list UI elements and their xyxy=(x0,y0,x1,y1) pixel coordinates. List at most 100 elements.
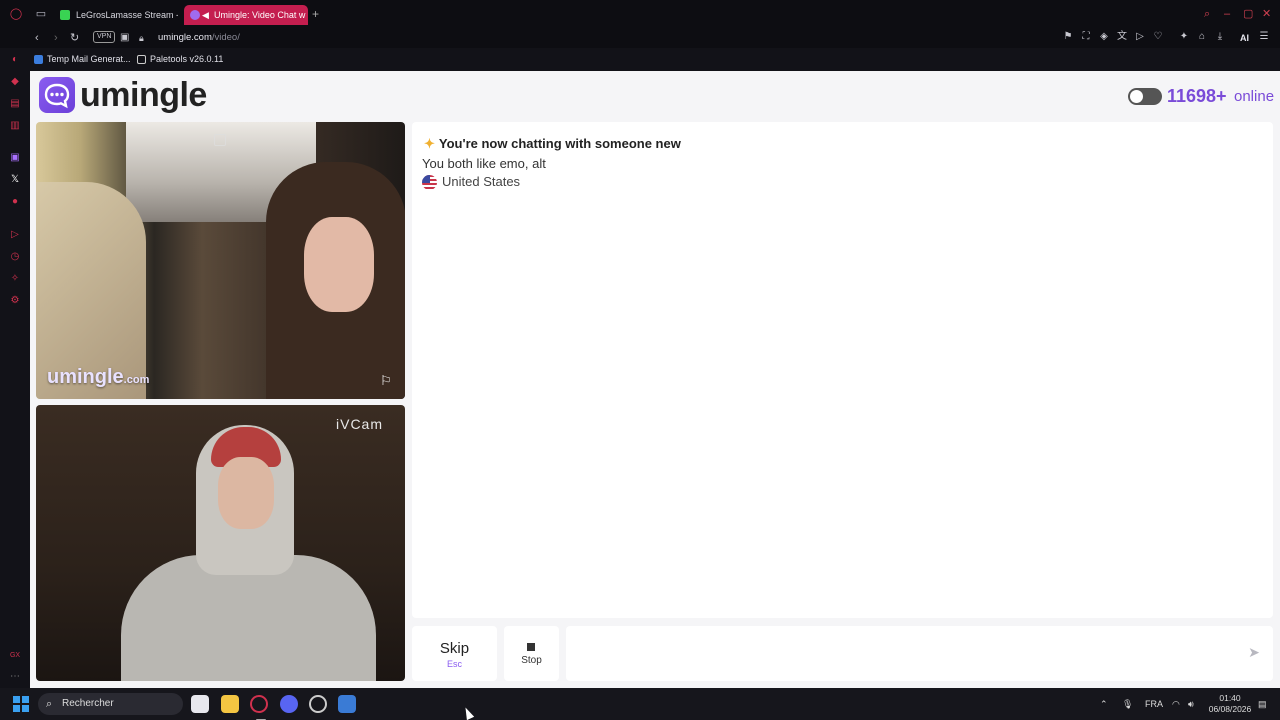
search-placeholder: Rechercher xyxy=(62,698,114,709)
speaker-icon[interactable]: ◀ xyxy=(202,5,209,25)
stranger-country: United States xyxy=(442,174,521,189)
ivcam-watermark: iVCam xyxy=(336,416,384,432)
play-icon[interactable]: ▷ xyxy=(1134,31,1146,43)
clock[interactable]: 01:40 06/08/2026 xyxy=(1205,693,1255,715)
menu-icon[interactable]: ☰ xyxy=(1258,31,1270,43)
windows-taskbar: ⌕ Rechercher ⌃ 🎙︎ FRA ◠ 🔊︎ 01:40 06/08/2… xyxy=(0,688,1280,720)
address-bar-row: ‹ › ↻ VPN ▣ 🔒︎ umingle.com/video/ ⚑ ⛶ ◈ … xyxy=(0,28,1280,48)
settings-icon[interactable]: ⚙ xyxy=(8,294,22,308)
skip-hint: Esc xyxy=(446,659,462,669)
wifi-icon[interactable]: ◠ xyxy=(1172,697,1180,711)
messenger-icon[interactable]: ▤ xyxy=(8,97,22,111)
send-icon[interactable]: ➤ xyxy=(1246,644,1262,660)
more-icon[interactable]: ⋯ xyxy=(8,670,22,684)
windows-start-icon[interactable] xyxy=(13,696,29,712)
language-indicator[interactable]: FRA xyxy=(1145,697,1163,711)
skip-button[interactable]: Skip Esc xyxy=(412,626,497,681)
url-path: /video/ xyxy=(211,32,240,43)
taskbar-search[interactable]: ⌕ Rechercher xyxy=(38,693,183,715)
mic-icon[interactable]: 🎙︎ xyxy=(1122,697,1133,711)
history-icon[interactable]: ◷ xyxy=(8,250,22,264)
wallet-icon[interactable]: ⌂ xyxy=(1196,31,1208,43)
twitch-icon[interactable]: ▣ xyxy=(8,151,22,165)
extensions-sidebar-icon[interactable]: ✧ xyxy=(8,272,22,286)
bookmarks-bar: Temp Mail Generat... Paletools v26.0.11 xyxy=(30,50,1280,68)
toggle-knob xyxy=(1130,90,1143,103)
tab-label: Umingle: Video Chat w xyxy=(214,10,306,20)
date: 06/08/2026 xyxy=(1208,704,1252,714)
chat-bubble-logo-icon[interactable] xyxy=(39,77,75,113)
stranger-video[interactable]: umingle.com ⚐ xyxy=(36,122,405,399)
bookmark-label: Temp Mail Generat... xyxy=(47,54,131,64)
lock-icon[interactable]: 🔒︎ xyxy=(139,30,144,46)
aria-icon[interactable]: ◐ xyxy=(8,53,22,67)
browser-tab-strip: ◯ ▭ LeGrosLamasse Stream - V ◀ Umingle: … xyxy=(0,0,1280,28)
crypto-wallet-icon[interactable]: ◆ xyxy=(8,75,22,89)
opera-sidebar: ◐ ◆ ▤ ▥ ▣ 𝕏 ● ▷ ◷ ✧ ⚙ GX ⋯ xyxy=(0,48,30,688)
picture-in-picture-icon[interactable] xyxy=(214,134,226,146)
heart-icon[interactable]: ♡ xyxy=(1152,31,1164,43)
news-icon[interactable]: ▥ xyxy=(8,119,22,133)
volume-icon[interactable]: 🔊︎ xyxy=(1188,697,1194,711)
dark-mode-toggle[interactable] xyxy=(1128,88,1162,105)
obs-icon[interactable] xyxy=(309,695,327,713)
stop-label: Stop xyxy=(521,655,542,666)
kick-favicon-icon xyxy=(60,10,70,20)
chat-panel: ✦ You're now chatting with someone new Yo… xyxy=(412,122,1273,618)
download-icon[interactable]: ⤓ xyxy=(1214,31,1226,43)
vpn-badge[interactable]: VPN xyxy=(93,31,116,43)
notification-icon[interactable]: ▤ xyxy=(1258,697,1267,711)
watermark-main: umingle xyxy=(47,366,124,388)
tab-stream[interactable]: LeGrosLamasse Stream - V xyxy=(54,5,178,25)
widgets-app-icon[interactable] xyxy=(191,695,209,713)
opera-gx-taskbar-icon[interactable] xyxy=(250,695,268,720)
file-explorer-icon[interactable] xyxy=(221,695,239,713)
url-host: umingle.com xyxy=(158,32,212,43)
online-label: online xyxy=(1234,88,1275,105)
system-message: ✦ You're now chatting with someone new xyxy=(424,135,681,153)
video-person-face xyxy=(304,217,374,312)
sparkle-icon: ✦ xyxy=(424,136,435,151)
x-twitter-icon[interactable]: 𝕏 xyxy=(8,173,22,187)
self-face xyxy=(218,457,274,529)
site-logo-text[interactable]: umingle xyxy=(80,73,207,117)
close-icon[interactable]: ✕ xyxy=(1262,6,1271,22)
bookmark-label: Paletools v26.0.11 xyxy=(150,54,224,64)
discord-icon[interactable] xyxy=(280,695,298,713)
minimize-icon[interactable]: – xyxy=(1224,6,1230,22)
forward-icon[interactable]: › xyxy=(54,30,58,46)
url-field[interactable]: umingle.com/video/ xyxy=(158,30,240,46)
skip-label: Skip xyxy=(439,640,470,657)
new-tab-button[interactable]: + xyxy=(312,7,319,21)
bookmark-icon[interactable]: ⚑ xyxy=(1062,31,1074,43)
page-icon xyxy=(137,55,146,64)
snapshot-icon[interactable]: ⛶ xyxy=(1080,31,1092,43)
tray-chevron-icon[interactable]: ⌃ xyxy=(1100,697,1108,711)
extensions-icon[interactable]: ✦ xyxy=(1178,31,1190,43)
reload-icon[interactable]: ↻ xyxy=(70,30,79,46)
ivcam-app-icon[interactable] xyxy=(338,695,356,713)
system-message-text: You're now chatting with someone new xyxy=(438,136,681,151)
back-icon[interactable]: ‹ xyxy=(35,30,39,46)
shared-interests: You both like emo, alt xyxy=(422,156,546,171)
translate-icon[interactable]: 文 xyxy=(1116,31,1128,43)
search-tabs-icon[interactable]: ⌕ xyxy=(1204,6,1210,22)
maximize-icon[interactable]: ▢ xyxy=(1243,6,1253,22)
report-flag-icon[interactable]: ⚐ xyxy=(380,374,394,388)
umingle-watermark: umingle.com xyxy=(47,364,149,393)
vk-icon[interactable]: ● xyxy=(8,195,22,209)
stop-button[interactable]: Stop xyxy=(504,626,559,681)
watermark-suffix: .com xyxy=(123,374,150,386)
opera-menu-icon[interactable]: ◯ xyxy=(9,7,23,21)
player-icon[interactable]: ▷ xyxy=(8,228,22,242)
shield-icon[interactable]: ◈ xyxy=(1098,31,1110,43)
tab-umingle[interactable]: ◀ Umingle: Video Chat w xyxy=(184,5,308,25)
tab-overview-icon[interactable]: ▭ xyxy=(34,7,48,21)
bookmark-temp-mail[interactable]: Temp Mail Generat... xyxy=(34,51,131,67)
message-input[interactable] xyxy=(566,626,1273,681)
bookmark-paletools[interactable]: Paletools v26.0.11 xyxy=(137,51,223,67)
gx-icon[interactable]: GX xyxy=(8,649,22,663)
camera-icon[interactable]: ▣ xyxy=(120,30,129,46)
us-flag-icon xyxy=(422,175,437,190)
ai-button[interactable]: AI xyxy=(1240,30,1249,46)
